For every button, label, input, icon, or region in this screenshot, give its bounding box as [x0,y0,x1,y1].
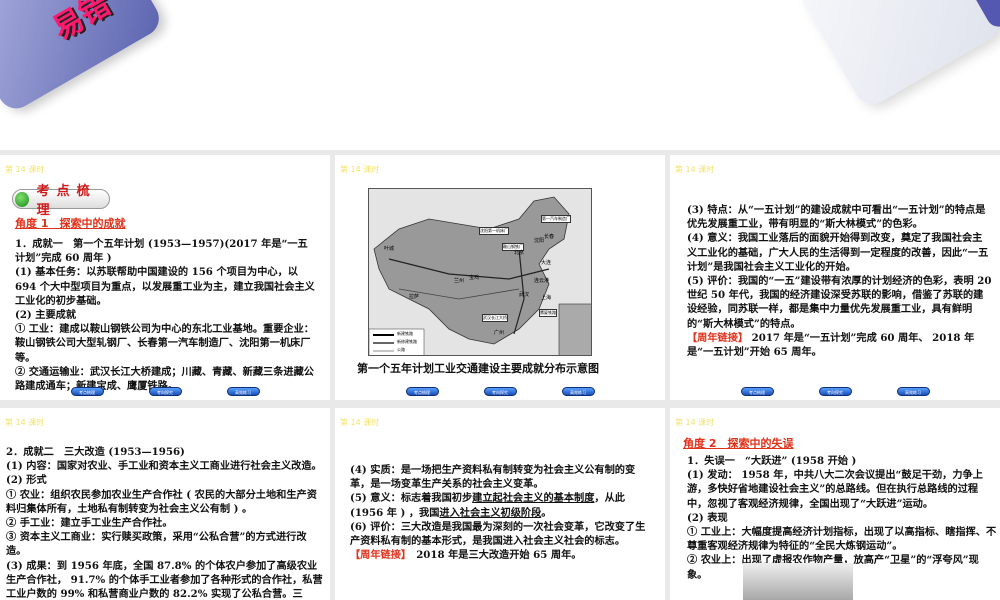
previous-slide-thumbnail[interactable]: 易错 [0,0,1000,150]
map-label: 广州 [494,330,505,336]
slide-nav: 考点梳理 考向探究 高效练习 [335,387,665,396]
map-label: 长春 [544,234,555,240]
nav-button-2[interactable]: 考向探究 [818,387,852,396]
map-label: 大连 [541,260,552,266]
china-map: 新建铁路 新修建铁路 公路 第一汽车制造厂 沈阳第一机床厂 鞍山钢铁厂 长春 沈… [368,188,592,356]
decoration-card [795,0,1000,111]
section-heading: 角度 1 探索中的成就 [15,217,126,230]
map-label: 第一汽车制造厂 [541,215,571,223]
slide-body: (3) 特点：从“一五计划”的建设成就中可看出“一五计划”的特点是优先发展重工业… [687,204,992,359]
legend-item: 公路 [397,347,405,352]
slide-thumbnail-6[interactable]: 第 14 课时 角度 2 探索中的失误 1．失误一 “大跃进” (1958 开始… [670,408,1000,600]
anniversary-label: 【周年链接】 [687,331,749,344]
nav-button-3[interactable]: 高效练习 [561,387,595,396]
lesson-tag: 第 14 课时 [340,165,380,174]
map-label: 武汉 [519,292,530,298]
slide-thumbnail-1[interactable]: 第 14 课时 考点梳理 角度 1 探索中的成就 1．成就一 第一个五年计划 (… [0,155,330,400]
nav-button-1[interactable]: 考点梳理 [740,387,774,396]
cartoon-photo [743,563,853,600]
slide-body: 2．成就二 三大改造 (1953—1956) (1) 内容：国家对农业、手工业和资… [6,446,323,600]
nav-button-1[interactable]: 考点梳理 [70,387,104,396]
slide-thumbnail-5[interactable]: 第 14 课时 (4) 实质：是一场把生产资料私有制转变为社会主义公有制的变革，… [335,408,665,600]
slide-body: 1．成就一 第一个五年计划 (1953—1957)(2017 年是“一五计划”完… [15,238,315,393]
anniversary-label: 【周年链接】 [350,549,407,562]
map-caption: 第一个五年计划工业交通建设主要成就分布示意图 [357,362,599,375]
map-label: 沈阳 [534,238,545,244]
map-label: 连云港 [534,278,550,284]
map-label: 宝鸡 [469,275,480,281]
slide-nav: 考点梳理 考向探究 高效练习 [670,387,1000,396]
lesson-tag: 第 14 课时 [340,418,380,427]
section-heading: 角度 2 探索中的失误 [683,437,794,450]
nav-button-3[interactable]: 高效练习 [226,387,260,396]
green-dot-icon [15,191,29,207]
map-label: 叶城 [384,246,395,252]
slide-body: (4) 实质：是一场把生产资料私有制转变为社会主义公有制的变革，是一场变革生产关… [350,464,646,562]
nav-button-1[interactable]: 考点梳理 [405,387,439,396]
map-label: 上海 [541,295,552,301]
slide-thumbnail-2[interactable]: 第 14 课时 新建铁路 新修建铁路 公路 第一汽车制造厂 沈阳第一机床厂 鞍山… [335,155,665,400]
lesson-tag: 第 14 课时 [5,165,45,174]
lesson-tag: 第 14 课时 [675,418,715,427]
nav-button-2[interactable]: 考向探究 [148,387,182,396]
legend-item: 新修建铁路 [397,339,417,344]
nav-button-2[interactable]: 考向探究 [483,387,517,396]
lesson-tag: 第 14 课时 [5,418,45,427]
slide-nav: 考点梳理 考向探究 高效练习 [0,387,330,396]
map-label: 武汉长江大桥 [482,314,508,322]
slide-thumbnail-4[interactable]: 第 14 课时 2．成就二 三大改造 (1953—1956) (1) 内容：国家对… [0,408,330,600]
map-label: 鹰厦铁路 [539,309,557,317]
slide-thumbnail-3[interactable]: 第 14 课时 (3) 特点：从“一五计划”的建设成就中可看出“一五计划”的特点… [670,155,1000,400]
nav-button-3[interactable]: 高效练习 [896,387,930,396]
map-label: 拉萨 [409,294,420,300]
map-label: 北京 [514,250,525,256]
map-label: 兰州 [454,278,465,284]
legend-item: 新建铁路 [397,331,413,336]
section-badge: 考点梳理 [12,184,110,218]
lesson-tag: 第 14 课时 [675,165,715,174]
map-label: 沈阳第一机床厂 [479,227,509,235]
